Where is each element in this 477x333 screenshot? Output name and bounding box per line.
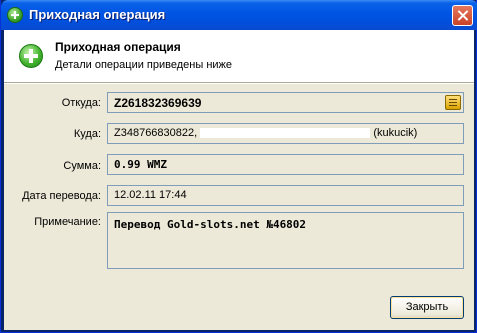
amount-field[interactable]: 0.99 WMZ	[107, 154, 464, 175]
dialog-body: Приходная операция Детали операции приве…	[4, 30, 474, 330]
to-field[interactable]: Z348766830822, (kukucik)	[107, 123, 464, 144]
note-label: Примечание:	[34, 216, 101, 228]
dialog-header: Приходная операция Детали операции приве…	[4, 30, 474, 83]
to-nickname: (kukucik)	[373, 127, 418, 139]
from-field[interactable]: Z261832369639	[107, 92, 464, 113]
plus-icon	[7, 7, 23, 23]
header-title: Приходная операция	[55, 40, 181, 54]
amount-label: Сумма:	[63, 160, 101, 172]
address-book-icon[interactable]	[445, 95, 461, 110]
to-purse: Z348766830822,	[114, 127, 198, 139]
redacted-name	[200, 128, 371, 139]
window-close-button[interactable]	[452, 5, 473, 26]
note-field[interactable]: Перевод Gold-slots.net №46802	[107, 212, 464, 269]
title-bar[interactable]: Приходная операция	[1, 0, 477, 30]
window-title: Приходная операция	[29, 7, 166, 22]
date-label: Дата перевода:	[22, 190, 101, 202]
header-divider	[4, 83, 474, 84]
plus-icon	[19, 44, 43, 68]
date-field[interactable]: 12.02.11 17:44	[107, 185, 464, 206]
close-button[interactable]: Закрыть	[390, 296, 464, 319]
header-subtitle: Детали операции приведены ниже	[55, 59, 233, 71]
to-label: Куда:	[73, 128, 101, 140]
dialog-window: Приходная операция Приходная операция Де…	[0, 0, 477, 333]
from-label: Откуда:	[61, 97, 101, 109]
